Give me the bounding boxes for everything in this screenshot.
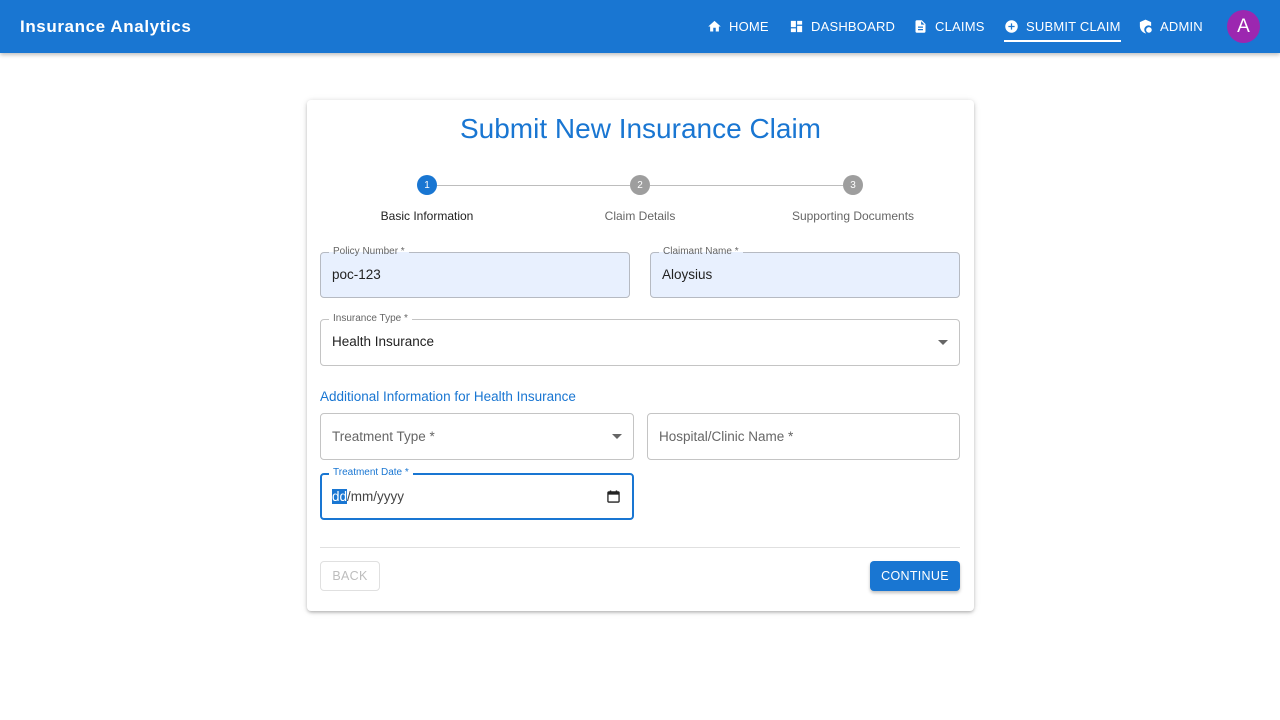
section-title: Additional Information for Health Insura… xyxy=(320,389,576,404)
nav-dashboard[interactable]: DASHBOARD xyxy=(789,0,895,53)
step-2-circle: 2 xyxy=(630,175,650,195)
add-circle-icon xyxy=(1005,20,1018,33)
continue-button[interactable]: CONTINUE xyxy=(870,561,960,591)
stepper-connector xyxy=(650,185,843,186)
nav-dashboard-label: DASHBOARD xyxy=(811,19,896,34)
hospital-name-placeholder: Hospital/Clinic Name * xyxy=(659,429,794,444)
admin-shield-icon xyxy=(1139,19,1152,34)
insurance-type-select[interactable]: Insurance Type * Health Insurance xyxy=(320,313,960,366)
treatment-type-select[interactable]: Treatment Type * xyxy=(320,413,634,460)
step-2-label: Claim Details xyxy=(604,209,676,223)
claimant-name-field[interactable]: Claimant Name * Aloysius xyxy=(650,246,960,298)
claim-form-card: Submit New Insurance Claim 1 2 3 Basic I… xyxy=(307,100,974,611)
nav-admin[interactable]: ADMIN xyxy=(1138,0,1203,53)
insurance-type-value: Health Insurance xyxy=(332,334,435,349)
home-icon xyxy=(708,20,721,32)
nav-home[interactable]: HOME xyxy=(707,0,769,53)
step-3-circle: 3 xyxy=(843,175,863,195)
nav-claims[interactable]: CLAIMS xyxy=(913,0,985,53)
page-title: Submit New Insurance Claim xyxy=(459,113,822,144)
avatar[interactable]: A xyxy=(1227,10,1260,43)
date-day-segment[interactable]: dd xyxy=(332,489,348,504)
treatment-date-label: Treatment Date * xyxy=(329,467,413,479)
back-button[interactable]: BACK xyxy=(320,561,380,591)
dropdown-arrow-icon xyxy=(938,340,948,345)
calendar-icon[interactable] xyxy=(607,490,620,503)
policy-number-field[interactable]: Policy Number * poc-123 xyxy=(320,246,630,298)
treatment-date-field[interactable]: Treatment Date * dd/mm/yyyy xyxy=(320,467,634,520)
claimant-name-value: Aloysius xyxy=(662,267,713,282)
stepper-connector xyxy=(437,185,630,186)
nav-claims-label: CLAIMS xyxy=(935,19,985,34)
policy-number-value: poc-123 xyxy=(332,267,381,282)
step-1-label: Basic Information xyxy=(380,209,474,223)
treatment-type-placeholder: Treatment Type * xyxy=(332,429,435,444)
document-icon xyxy=(915,20,926,33)
dropdown-arrow-icon xyxy=(612,434,622,439)
claimant-name-label: Claimant Name * xyxy=(659,246,743,258)
nav-submit-claim-label: SUBMIT CLAIM xyxy=(1026,19,1121,34)
nav-submit-claim[interactable]: SUBMIT CLAIM xyxy=(1004,0,1121,53)
date-rest-segment: /mm/yyyy xyxy=(347,489,405,504)
insurance-type-label: Insurance Type * xyxy=(329,313,412,325)
step-1-circle: 1 xyxy=(417,175,437,195)
treatment-date-value: dd/mm/yyyy xyxy=(332,489,404,504)
app-bar: Insurance Analytics HOME DASHBOARD CLAIM… xyxy=(0,0,1280,53)
dashboard-icon xyxy=(790,20,803,33)
brand-title: Insurance Analytics xyxy=(20,17,192,36)
hospital-name-field[interactable]: Hospital/Clinic Name * xyxy=(647,413,960,460)
actions-divider xyxy=(320,547,960,548)
step-3-label: Supporting Documents xyxy=(791,209,915,223)
nav-home-label: HOME xyxy=(729,19,769,34)
policy-number-label: Policy Number * xyxy=(329,246,409,258)
nav-admin-label: ADMIN xyxy=(1160,19,1203,34)
